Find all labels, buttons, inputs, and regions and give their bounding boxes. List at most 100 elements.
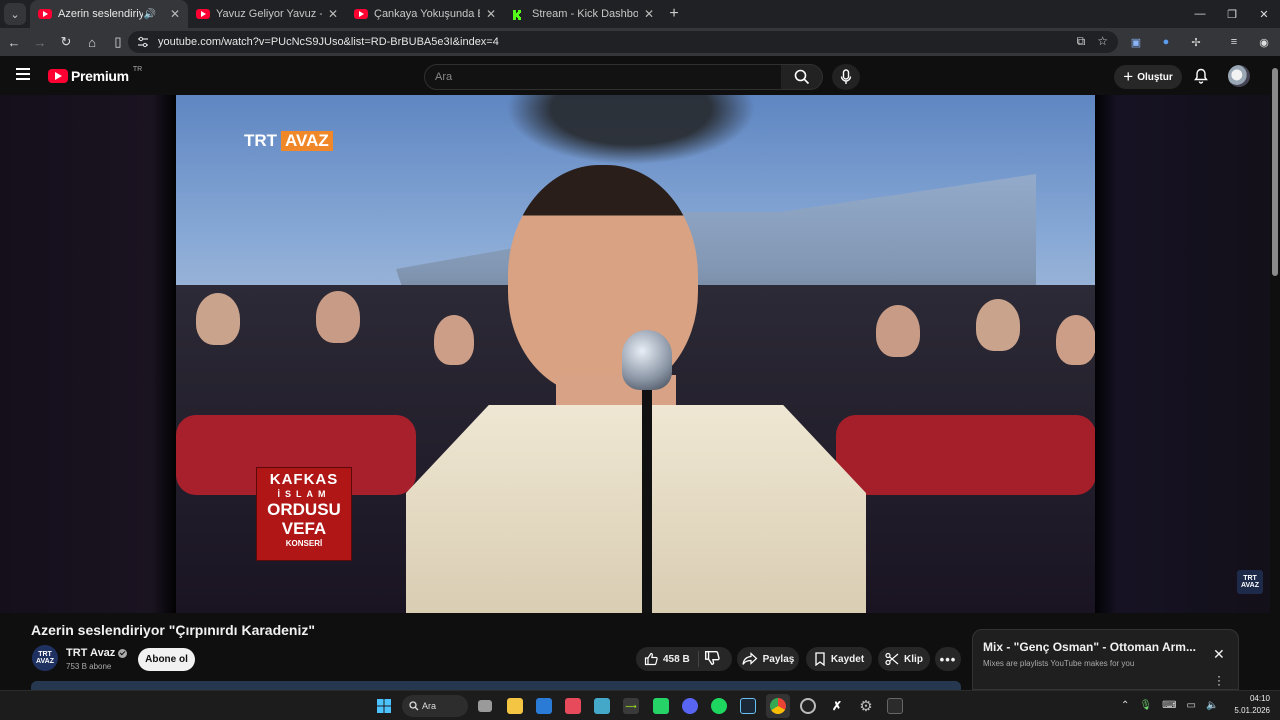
save-label: Kaydet <box>830 653 865 665</box>
mix-title[interactable]: Mix - "Genç Osman" - Ottoman Arm... <box>983 640 1203 654</box>
reload-icon[interactable]: ↻ <box>54 30 78 54</box>
scrollbar-thumb[interactable] <box>1272 68 1278 276</box>
clip-button[interactable]: Klip <box>878 647 930 671</box>
desktop-app-icon[interactable] <box>594 698 610 714</box>
mic-tray-icon[interactable]: 🎙 <box>1139 700 1152 711</box>
clock[interactable]: 04:10 5.01.2026 <box>1234 693 1270 717</box>
whatsapp-icon[interactable] <box>653 698 669 714</box>
search-icon <box>409 701 419 711</box>
plus-icon: + <box>1123 67 1134 86</box>
discord-icon[interactable] <box>682 698 698 714</box>
network-icon[interactable]: ▭ <box>1187 700 1196 711</box>
close-tab-icon[interactable]: ✕ <box>328 7 338 21</box>
channel-name-text: TRT Avaz <box>66 647 116 659</box>
more-vertical-icon[interactable]: · · · <box>1217 670 1221 690</box>
concert-line: İSLAM <box>277 489 331 499</box>
reading-list-icon[interactable]: ≡ <box>1224 32 1244 52</box>
video-player[interactable]: TRT AVAZ KAFKAS İSLAM ORDUSU VEFA KONSER… <box>176 95 1095 613</box>
more-actions-button[interactable]: ••• <box>935 647 961 671</box>
tab-kick[interactable]: Stream - Kick Dashboard ✕ <box>504 0 662 28</box>
tab-title: Yavuz Geliyor Yavuz - TSK Arm <box>216 8 322 20</box>
close-tab-icon[interactable]: ✕ <box>644 7 654 21</box>
taskbar-search[interactable]: Ara <box>402 695 468 717</box>
search-button[interactable] <box>781 64 823 90</box>
app-icon-circle[interactable] <box>800 698 816 714</box>
concert-line: KONSERİ <box>285 539 323 548</box>
like-count: 458 B <box>663 653 690 665</box>
app-icon-green[interactable]: ⟿ <box>623 698 639 714</box>
split-view-icon[interactable]: ▯ <box>106 30 130 54</box>
install-app-icon[interactable]: ⧉ <box>1077 34 1086 49</box>
keyboard-icon[interactable]: ⌨ <box>1162 700 1176 711</box>
thumbs-up-icon <box>644 652 658 666</box>
dislike-button[interactable] <box>704 650 720 671</box>
notifications-bell-icon[interactable] <box>1192 66 1210 86</box>
subscriber-count: 753 B abone <box>66 662 112 671</box>
store-icon[interactable] <box>536 698 552 714</box>
forward-icon[interactable]: → <box>28 30 52 54</box>
share-button[interactable]: Paylaş <box>737 647 799 671</box>
restore-icon[interactable]: ❐ <box>1216 0 1248 28</box>
home-icon[interactable]: ⌂ <box>80 30 104 54</box>
new-tab-button[interactable]: + <box>662 2 686 26</box>
audio-playing-icon[interactable]: 🔊 <box>143 9 155 20</box>
close-icon[interactable]: ✕ <box>1213 646 1225 663</box>
channel-watermark[interactable]: TRT AVAZ <box>1237 570 1263 594</box>
settings-gear-icon[interactable]: ⚙ <box>858 698 874 715</box>
snipping-tool-icon[interactable] <box>565 698 581 714</box>
create-button[interactable]: + Oluştur <box>1114 65 1182 89</box>
extension-blue-icon[interactable]: ● <box>1156 32 1176 52</box>
address-bar[interactable]: youtube.com/watch?v=PUcNcS9JUso&list=RD-… <box>128 31 1118 53</box>
windows-start-icon[interactable] <box>376 698 392 714</box>
channel-avatar[interactable]: TRT AVAZ <box>32 645 58 671</box>
description-box[interactable] <box>31 681 961 690</box>
tab-azerin[interactable]: Azerin seslendiriyor "Çırpı 🔊 ✕ <box>30 0 188 28</box>
like-button[interactable]: 458 B <box>644 652 690 666</box>
tab-yavuz[interactable]: Yavuz Geliyor Yavuz - TSK Arm ✕ <box>188 0 346 28</box>
mix-playlist-panel[interactable]: Mix - "Genç Osman" - Ottoman Arm... Mixe… <box>972 629 1239 690</box>
close-window-icon[interactable]: ✕ <box>1248 0 1280 28</box>
file-explorer-icon[interactable] <box>507 698 523 714</box>
site-info-icon[interactable] <box>136 35 150 49</box>
tab-title: Azerin seslendiriyor "Çırpı <box>58 8 144 20</box>
volume-icon[interactable]: 🔈 <box>1206 700 1218 711</box>
browser-toolbar: ← → ↻ ⌂ ▯ youtube.com/watch?v=PUcNcS9JUs… <box>0 28 1280 56</box>
task-view-icon[interactable] <box>478 700 492 712</box>
tab-cankaya[interactable]: Çankaya Yokuşunda Bozkurtla ✕ <box>346 0 504 28</box>
close-tab-icon[interactable]: ✕ <box>486 7 496 21</box>
tab-title: Stream - Kick Dashboard <box>532 8 638 20</box>
save-button[interactable]: Kaydet <box>806 647 872 671</box>
spotify-icon[interactable] <box>711 698 727 714</box>
chrome-icon[interactable] <box>770 698 786 714</box>
kick-icon <box>512 9 526 20</box>
voice-search-button[interactable] <box>832 64 860 90</box>
tab-search-button[interactable]: ⌄ <box>4 3 26 25</box>
microphone-icon <box>840 69 852 84</box>
bookmark-star-icon[interactable]: ☆ <box>1097 34 1108 49</box>
back-icon[interactable]: ← <box>2 30 26 54</box>
steam-icon[interactable] <box>740 698 756 714</box>
system-tray: ⌃ 🎙 ⌨ ▭ 🔈 04:10 5.01.2026 <box>1121 693 1270 717</box>
search-input[interactable]: Ara <box>424 64 782 90</box>
scissors-icon <box>885 652 899 666</box>
guide-menu-icon[interactable] <box>16 68 30 80</box>
profile-icon[interactable]: ◉ <box>1254 32 1274 52</box>
terminal-icon[interactable] <box>887 698 903 714</box>
minimize-icon[interactable]: — <box>1184 0 1216 28</box>
thumbs-down-icon <box>705 651 720 665</box>
subscribe-button[interactable]: Abone ol <box>138 648 195 671</box>
video-title: Azerin seslendiriyor "Çırpınırdı Karaden… <box>31 622 316 638</box>
concert-badge: KAFKAS İSLAM ORDUSU VEFA KONSERİ <box>256 467 352 561</box>
close-tab-icon[interactable]: ✕ <box>170 7 180 21</box>
account-avatar[interactable] <box>1228 65 1250 87</box>
youtube-premium-logo[interactable]: Premium TR <box>48 66 142 84</box>
extensions-puzzle-icon[interactable]: ✢ <box>1186 32 1206 52</box>
translate-extension-icon[interactable]: ▣ <box>1126 32 1146 52</box>
chevron-up-icon[interactable]: ⌃ <box>1121 700 1129 711</box>
logo-part-avaz: AVAZ <box>281 131 333 151</box>
youtube-play-icon <box>48 69 68 83</box>
browser-tab-strip: ⌄ Azerin seslendiriyor "Çırpı 🔊 ✕ Yavuz … <box>0 0 1280 28</box>
channel-name[interactable]: TRT Avaz <box>66 647 128 659</box>
page-scrollbar[interactable] <box>1270 56 1280 690</box>
app-icon-x[interactable]: ✗ <box>829 698 845 714</box>
